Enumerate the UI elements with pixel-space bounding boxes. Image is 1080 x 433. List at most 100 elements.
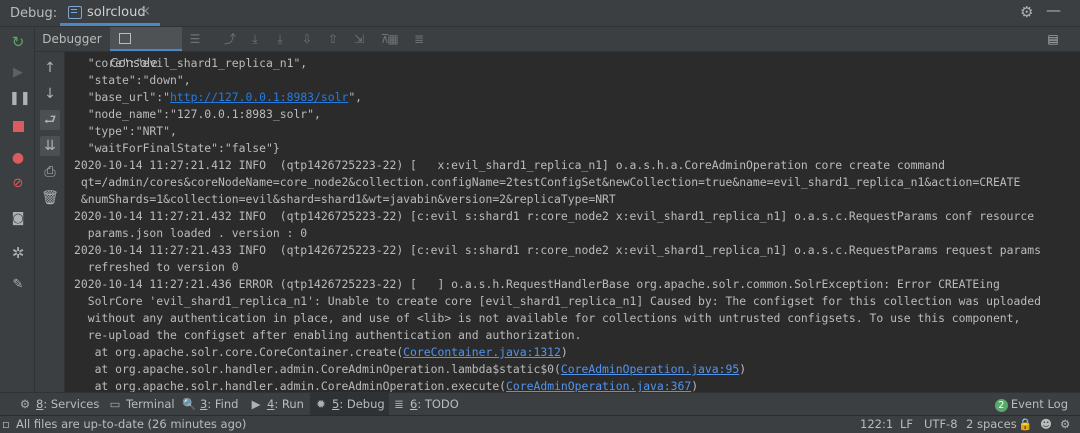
inspector-icon[interactable]: ☻	[1040, 416, 1052, 433]
lock-icon[interactable]: 🔒	[1018, 416, 1032, 433]
event-log-label: Event Log	[1010, 397, 1068, 411]
layout-icon[interactable]: ☰	[187, 30, 203, 48]
step-over-icon[interactable]: ⤓	[247, 30, 263, 48]
console-line: 2020-10-14 11:27:21.433 INFO (qtp1426725…	[74, 243, 1041, 257]
memory-icon[interactable]: ⚙	[1060, 416, 1070, 433]
console-line: &numShards=1&collection=evil&shard=shard…	[74, 192, 616, 206]
settings-icon[interactable]: ✲	[9, 244, 27, 262]
status-bar: ▫ All files are up-to-date (26 minutes a…	[0, 415, 1080, 433]
session-tab-label: solrcloud	[87, 5, 146, 20]
list-icon: ≣	[394, 397, 404, 411]
services-icon: ⚙	[19, 397, 31, 411]
console-line: "waitForFinalState":"false"}	[74, 141, 280, 155]
bottom-tab-run[interactable]: ▶ 4: Run	[245, 393, 308, 415]
indent-setting[interactable]: 2 spaces	[966, 416, 1017, 433]
console-line: "base_url":"http://127.0.0.1:8983/solr",	[74, 89, 362, 106]
scroll-to-end-icon[interactable]: ⇊	[40, 136, 60, 156]
bottom-tab-services[interactable]: ⚙ 8: Services	[14, 393, 103, 415]
pause-icon[interactable]: ❚❚	[9, 90, 31, 108]
tab-label: : Services	[43, 397, 100, 411]
resume-icon[interactable]: ▶	[9, 64, 27, 82]
calculator-icon[interactable]: ▦	[385, 30, 401, 48]
clear-all-icon[interactable]: 🗑	[40, 188, 60, 208]
gear-icon[interactable]: ⚙	[1020, 3, 1033, 21]
console-line: refreshed to version 0	[74, 260, 239, 274]
hide-icon[interactable]: —	[1046, 1, 1061, 19]
event-log-badge: 2	[994, 399, 1008, 412]
bottom-tab-terminal[interactable]: ▭ Terminal	[104, 393, 179, 415]
force-step-into-icon[interactable]: ⇩	[299, 30, 315, 48]
show-execution-point-icon[interactable]: ⤴	[222, 30, 238, 48]
console-line: re-upload the configset after enabling a…	[74, 328, 582, 342]
console-icon	[119, 33, 131, 44]
console-text: at org.apache.solr.handler.admin.CoreAdm…	[74, 379, 507, 392]
search-icon: 🔍	[182, 397, 197, 411]
console-line: "state":"down",	[74, 73, 191, 87]
console-output[interactable]: "core":"evil_shard1_replica_n1", "state"…	[66, 52, 1080, 392]
console-line: "type":"NRT",	[74, 124, 177, 138]
console-link[interactable]: CoreAdminOperation.java:95	[561, 362, 739, 376]
caret-position[interactable]: 122:1	[860, 416, 893, 433]
event-log-tab[interactable]: 2 Event Log	[994, 393, 1068, 415]
debug-tool-window-header: Debug: solrcloud × ⚙ —	[0, 0, 1080, 27]
step-into-icon[interactable]: ⤓	[272, 30, 288, 48]
console-line: qt=/admin/cores&coreNodeName=core_node2&…	[74, 175, 1021, 189]
down-arrow-icon[interactable]: ↓	[40, 84, 60, 104]
console-line: params.json loaded . version : 0	[74, 226, 308, 240]
bug-icon: ✹	[316, 397, 326, 411]
console-line: without any authentication in place, and…	[74, 311, 1021, 325]
step-out-icon[interactable]: ⇧	[325, 30, 341, 48]
bottom-tab-find[interactable]: 🔍 3: Find	[178, 393, 242, 415]
console-line: at org.apache.solr.handler.admin.CoreAdm…	[74, 361, 747, 378]
pin-icon[interactable]: ✎	[9, 276, 27, 294]
tab-debugger[interactable]: Debugger	[37, 27, 107, 51]
console-link[interactable]: http://127.0.0.1:8983/solr	[170, 90, 348, 104]
bottom-tab-todo[interactable]: ≣ 6: TODO	[388, 393, 463, 415]
up-arrow-icon[interactable]: ↑	[40, 58, 60, 78]
bottom-tab-debug[interactable]: ✹ 5: Debug	[310, 393, 389, 415]
console-session-icon	[68, 6, 82, 19]
console-line: 2020-10-14 11:27:21.432 INFO (qtp1426725…	[74, 209, 1035, 223]
line-separator[interactable]: LF	[900, 416, 913, 433]
close-icon[interactable]: ×	[140, 4, 151, 19]
console-link[interactable]: CoreAdminOperation.java:367	[506, 379, 691, 392]
file-encoding[interactable]: UTF-8	[924, 416, 958, 433]
console-link[interactable]: CoreContainer.java:1312	[403, 345, 561, 359]
console-text: )	[560, 345, 568, 359]
trace-icon[interactable]: ≣	[411, 30, 427, 48]
tab-label: : Find	[207, 397, 239, 411]
tab-label: : Debug	[339, 397, 385, 411]
console-text: "base_url":"	[74, 90, 171, 104]
rerun-icon[interactable]: ↻	[9, 33, 27, 51]
console-line: at org.apache.solr.handler.admin.CoreAdm…	[74, 378, 699, 392]
console-line: 2020-10-14 11:27:21.412 INFO (qtp1426725…	[74, 158, 945, 172]
stop-icon[interactable]	[9, 117, 27, 135]
camera-icon[interactable]: ◙	[9, 210, 27, 228]
status-toggle-icon[interactable]: ▫	[2, 416, 10, 433]
tab-label: Terminal	[126, 397, 175, 411]
run-icon: ▶	[251, 397, 261, 411]
console-line: at org.apache.solr.core.CoreContainer.cr…	[74, 344, 568, 361]
soft-wrap-icon[interactable]: ⮐	[40, 110, 60, 130]
tab-label: : TODO	[417, 397, 459, 411]
debug-actions-toolbar: ↻ ▶ ❚❚ ● ⊘ ◙ ✲ ✎	[0, 27, 35, 392]
console-line: 2020-10-14 11:27:21.436 ERROR (qtp142672…	[74, 277, 1000, 291]
debug-label: Debug:	[10, 6, 58, 21]
restore-layout-icon[interactable]: ▤	[1045, 30, 1061, 48]
view-breakpoints-icon[interactable]: ●	[9, 149, 27, 167]
tab-solrcloud[interactable]: solrcloud ×	[60, 0, 160, 26]
terminal-icon: ▭	[109, 397, 121, 411]
console-line: "core":"evil_shard1_replica_n1",	[74, 56, 308, 70]
console-line: SolrCore 'evil_shard1_replica_n1': Unabl…	[74, 294, 1041, 308]
status-message: All files are up-to-date (26 minutes ago…	[16, 417, 247, 431]
mute-breakpoints-icon[interactable]: ⊘	[9, 175, 27, 193]
console-text: ",	[348, 90, 363, 104]
print-icon[interactable]: ⎙	[40, 162, 60, 182]
debug-subtabs-bar: Debugger Console ☰ ⤴ ⤓ ⤓ ⇩ ⇧ ⇲ ⊼ ▦ ≣ ▤	[35, 27, 1080, 70]
console-actions-toolbar: ↑ ↓ ⮐ ⇊ ⎙ 🗑	[35, 52, 65, 392]
tab-console[interactable]: Console	[110, 27, 182, 70]
console-line: "node_name":"127.0.0.1:8983_solr",	[74, 107, 321, 121]
console-text: at org.apache.solr.handler.admin.CoreAdm…	[74, 362, 561, 376]
tab-label: : Run	[274, 397, 304, 411]
run-to-cursor-icon[interactable]: ⇲	[351, 30, 367, 48]
